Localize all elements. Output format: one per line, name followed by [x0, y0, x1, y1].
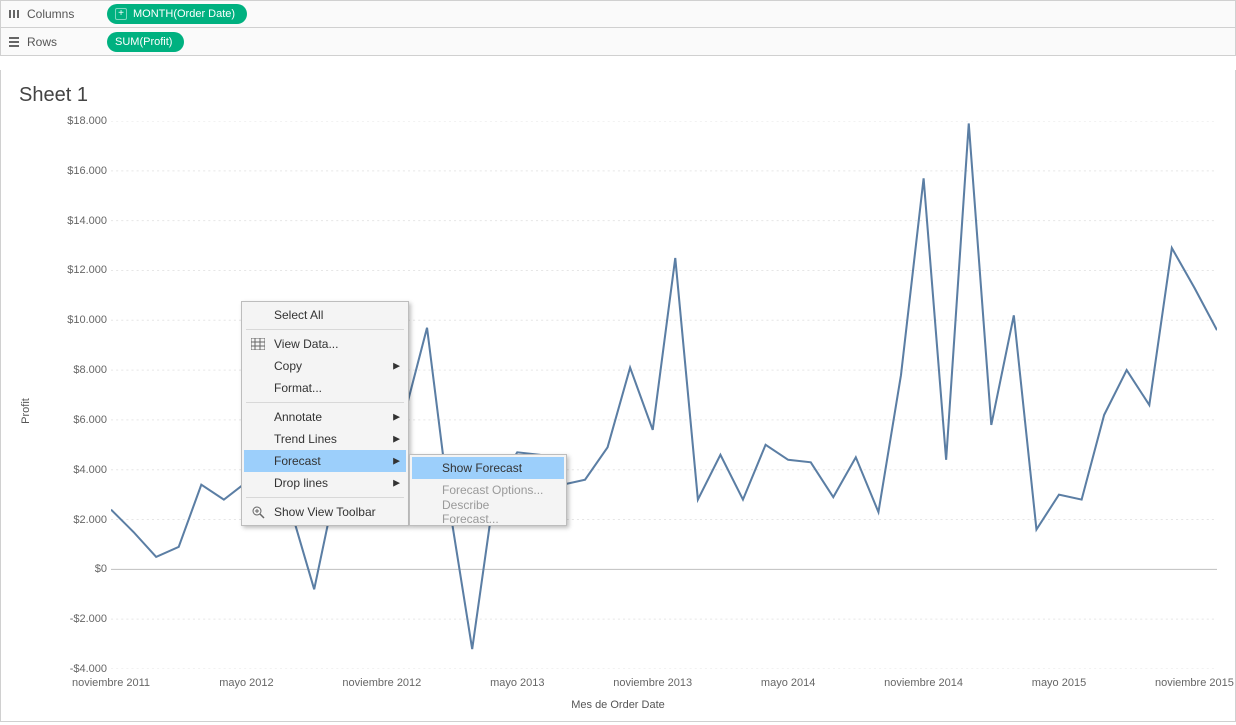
chart[interactable]: Profit Mes de Order Date -$4.000 -$2.000 $… — [19, 111, 1217, 711]
x-tick-label: noviembre 2012 — [342, 677, 421, 689]
columns-bars-icon — [7, 7, 21, 21]
columns-shelf[interactable]: Columns + MONTH(Order Date) — [0, 0, 1236, 28]
context-menu[interactable]: Select All View Data... Copy ▶ Format...… — [241, 301, 409, 526]
y-tick-label: $18.000 — [67, 115, 107, 127]
y-tick-label: $12.000 — [67, 264, 107, 276]
forecast-submenu[interactable]: Show Forecast Forecast Options... Descri… — [409, 454, 567, 526]
ctx-format[interactable]: Format... — [244, 377, 406, 399]
y-tick-label: $10.000 — [67, 314, 107, 326]
x-axis-title: Mes de Order Date — [571, 699, 665, 711]
ctx-separator — [246, 329, 404, 330]
columns-pill-month-orderdate[interactable]: + MONTH(Order Date) — [107, 4, 247, 24]
ctx-show-forecast[interactable]: Show Forecast — [412, 457, 564, 479]
ctx-select-all[interactable]: Select All — [244, 304, 406, 326]
rows-shelf-label: Rows — [7, 35, 97, 49]
x-tick-label: noviembre 2015 — [1155, 677, 1234, 689]
y-tick-label: $6.000 — [73, 414, 107, 426]
ctx-show-view-toolbar[interactable]: Show View Toolbar — [244, 501, 406, 523]
columns-shelf-label: Columns — [7, 7, 97, 21]
ctx-drop-lines[interactable]: Drop lines ▶ — [244, 472, 406, 494]
y-tick-label: -$4.000 — [70, 663, 107, 675]
magnify-icon — [250, 504, 266, 520]
y-tick-label: $4.000 — [73, 464, 107, 476]
expand-plus-icon[interactable]: + — [115, 8, 127, 20]
table-icon — [250, 336, 266, 352]
rows-pill-label: SUM(Profit) — [115, 36, 172, 48]
submenu-arrow-icon: ▶ — [393, 361, 400, 372]
x-tick-label: mayo 2013 — [490, 677, 544, 689]
y-tick-label: $8.000 — [73, 364, 107, 376]
y-axis-title: Profit — [20, 398, 32, 424]
x-tick-label: noviembre 2014 — [884, 677, 963, 689]
y-tick-label: $2.000 — [73, 514, 107, 526]
rows-label-text: Rows — [27, 35, 57, 49]
y-tick-label: $16.000 — [67, 165, 107, 177]
rows-shelf[interactable]: Rows SUM(Profit) — [0, 28, 1236, 56]
y-tick-label: -$2.000 — [70, 613, 107, 625]
ctx-view-data[interactable]: View Data... — [244, 333, 406, 355]
x-tick-label: noviembre 2011 — [72, 677, 150, 689]
submenu-arrow-icon: ▶ — [393, 434, 400, 445]
rows-bars-icon — [7, 35, 21, 49]
ctx-separator — [246, 497, 404, 498]
columns-pill-label: MONTH(Order Date) — [133, 8, 235, 20]
y-tick-label: $0 — [95, 563, 107, 575]
y-tick-label: $14.000 — [67, 215, 107, 227]
x-tick-label: mayo 2014 — [761, 677, 815, 689]
submenu-arrow-icon: ▶ — [393, 412, 400, 423]
submenu-arrow-icon: ▶ — [393, 478, 400, 489]
x-tick-label: noviembre 2013 — [613, 677, 692, 689]
ctx-copy[interactable]: Copy ▶ — [244, 355, 406, 377]
rows-pill-sum-profit[interactable]: SUM(Profit) — [107, 32, 184, 52]
ctx-annotate[interactable]: Annotate ▶ — [244, 406, 406, 428]
x-tick-label: mayo 2015 — [1032, 677, 1086, 689]
sheet-view: Sheet 1 Profit Mes de Order Date -$4.000… — [0, 70, 1236, 722]
ctx-describe-forecast[interactable]: Describe Forecast... — [412, 501, 564, 523]
ctx-separator — [246, 402, 404, 403]
ctx-trend-lines[interactable]: Trend Lines ▶ — [244, 428, 406, 450]
sheet-title: Sheet 1 — [19, 84, 1217, 107]
x-tick-label: mayo 2012 — [219, 677, 273, 689]
columns-label-text: Columns — [27, 7, 74, 21]
ctx-forecast[interactable]: Forecast ▶ — [244, 450, 406, 472]
submenu-arrow-icon: ▶ — [393, 456, 400, 467]
